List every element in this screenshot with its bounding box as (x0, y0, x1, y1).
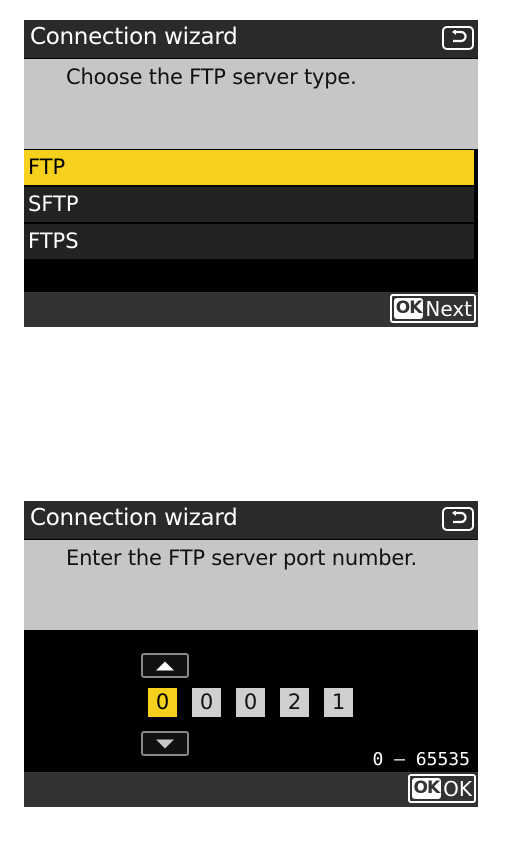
port-digit-1[interactable]: 0 (148, 688, 177, 717)
footer-bar: OK Next (24, 292, 478, 327)
increment-button[interactable] (141, 653, 189, 678)
back-button[interactable] (442, 26, 474, 50)
title-bar: Connection wizard (24, 501, 478, 540)
screen-title: Connection wizard (30, 505, 238, 531)
next-button[interactable]: OK Next (389, 294, 476, 323)
prompt-text: Enter the FTP server port number. (66, 546, 418, 570)
prompt-text: Choose the FTP server type. (66, 65, 357, 89)
ok-button-label: OK (443, 776, 472, 801)
list-item-ftp[interactable]: FTP (24, 150, 474, 185)
screen-title: Connection wizard (30, 24, 238, 50)
next-button-label: Next (425, 296, 472, 321)
return-arrow-icon (452, 30, 467, 43)
port-digit-2[interactable]: 0 (192, 688, 221, 717)
list-item-sftp[interactable]: SFTP (24, 187, 474, 222)
down-arrow-icon (156, 739, 174, 748)
up-arrow-icon (156, 661, 174, 670)
ok-button[interactable]: OK OK (407, 774, 476, 803)
list-item-ftps[interactable]: FTPS (24, 224, 474, 259)
ok-badge-icon: OK (393, 298, 424, 319)
title-bar: Connection wizard (24, 20, 478, 59)
prompt-area: Enter the FTP server port number. (24, 540, 478, 630)
port-range-hint: 0 – 65535 (372, 749, 470, 770)
ftp-port-number-screen: Connection wizard Enter the FTP server p… (24, 501, 478, 807)
footer-bar: OK OK (24, 772, 478, 807)
decrement-button[interactable] (141, 731, 189, 756)
return-arrow-icon (452, 511, 467, 524)
port-digit-5[interactable]: 1 (324, 688, 353, 717)
back-button[interactable] (442, 507, 474, 531)
ftp-server-type-screen: Connection wizard Choose the FTP server … (24, 20, 478, 327)
prompt-area: Choose the FTP server type. (24, 59, 478, 149)
port-digit-row: 0 0 0 2 1 (148, 688, 368, 717)
ok-badge-icon: OK (411, 778, 442, 799)
port-digit-3[interactable]: 0 (236, 688, 265, 717)
port-digit-4[interactable]: 2 (280, 688, 309, 717)
server-type-list: FTP SFTP FTPS (24, 149, 478, 261)
